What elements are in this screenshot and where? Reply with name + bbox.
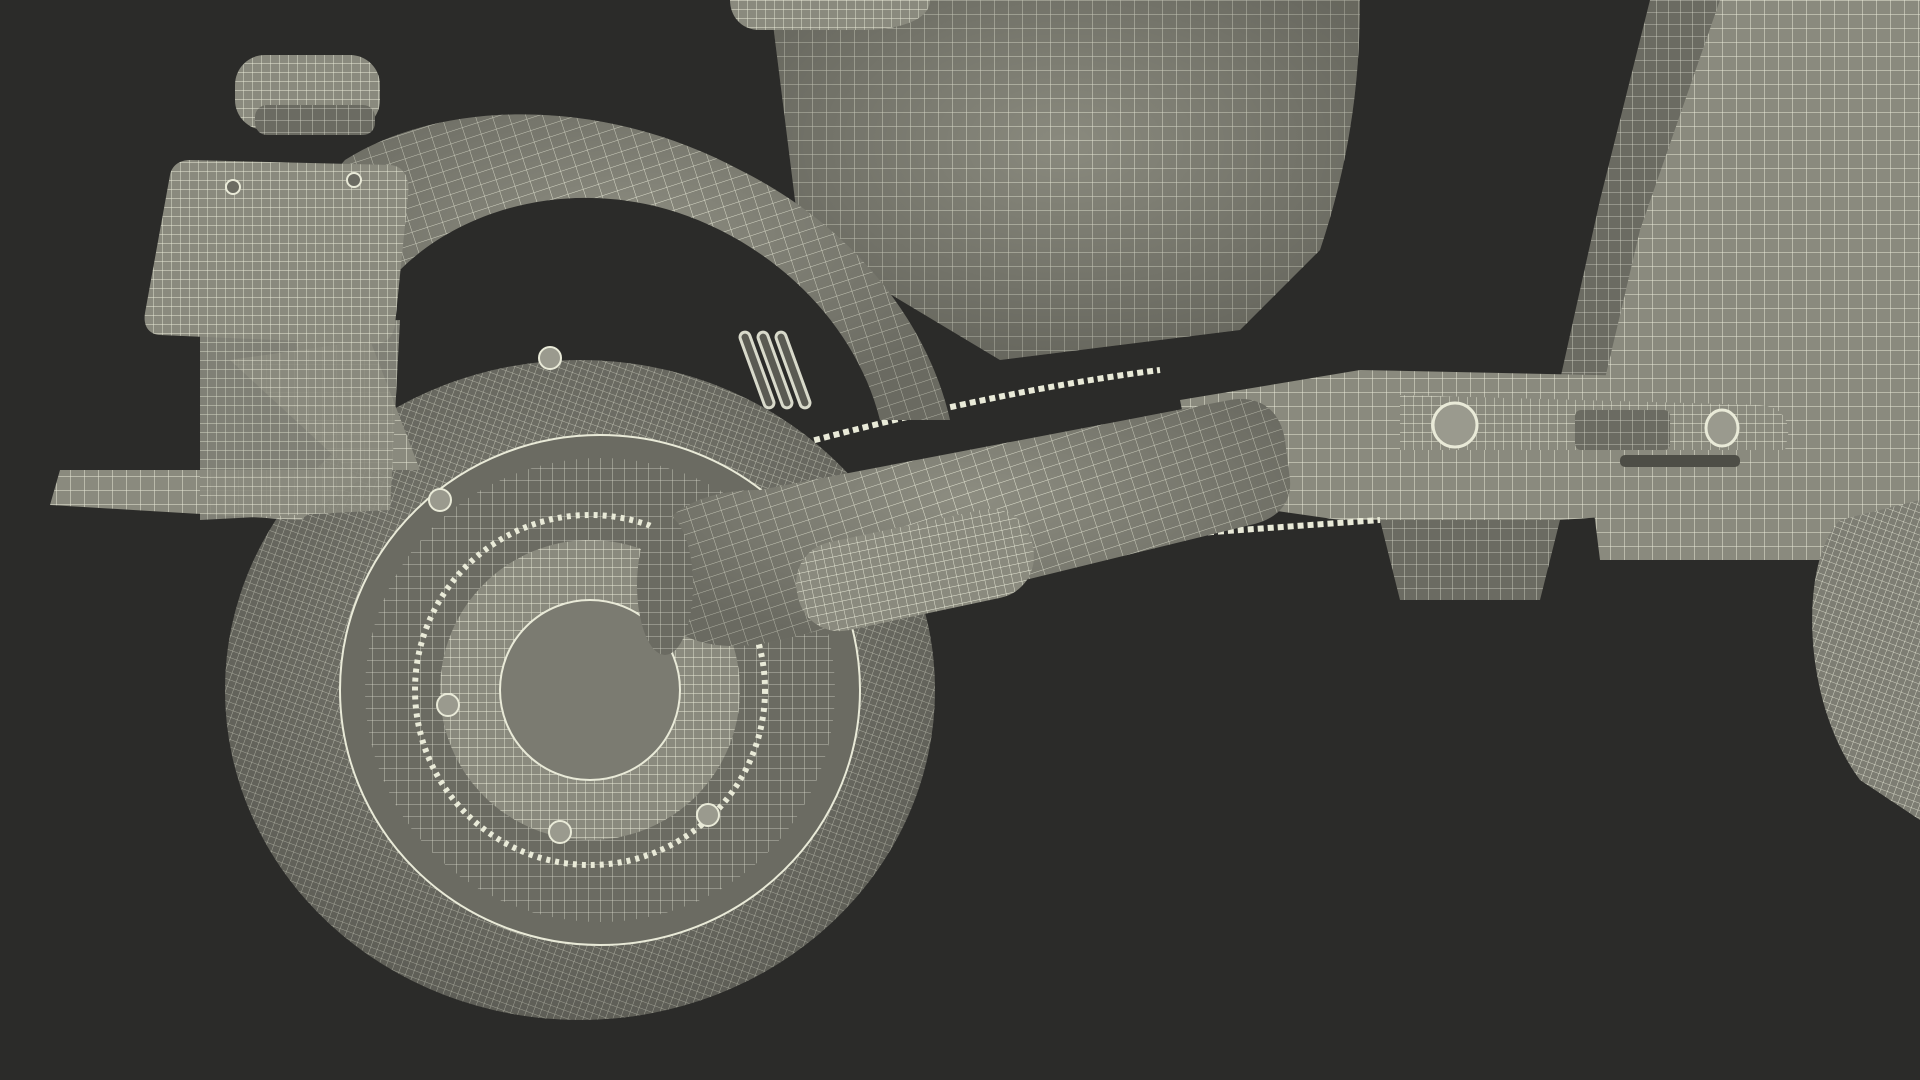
wireframe-render [50, 0, 1920, 1020]
tail-light [235, 55, 380, 135]
front-wheel [1812, 500, 1920, 820]
license-plate [144, 160, 409, 345]
mudflap [50, 320, 420, 520]
